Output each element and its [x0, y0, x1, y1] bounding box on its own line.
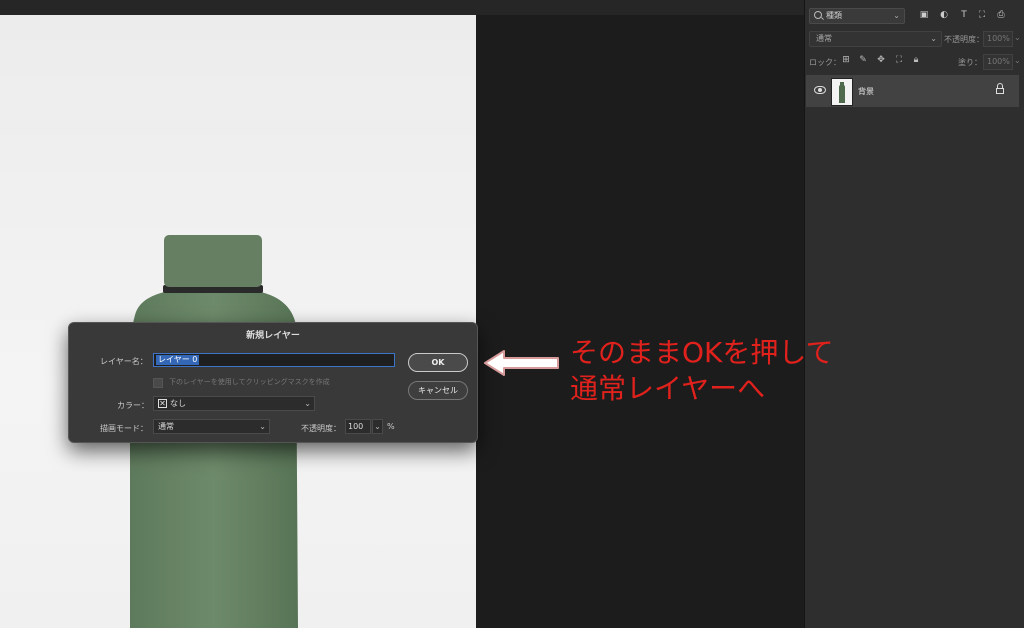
layer-thumbnail [831, 78, 853, 106]
ok-button[interactable]: OK [408, 353, 468, 372]
layer-kind-filter[interactable]: 種類 ⌄ [809, 8, 905, 24]
lock-icon[interactable] [995, 83, 1005, 95]
color-select[interactable]: ✕ なし ⌄ [153, 396, 315, 411]
opacity-input[interactable]: 100 [345, 419, 371, 434]
search-icon [814, 11, 822, 19]
annotation-arrow [484, 350, 559, 376]
smart-object-filter-icon[interactable]: ⎙ [996, 10, 1006, 20]
annotation-text: そのままOKを押して 通常レイヤーへ [570, 335, 834, 407]
blend-mode-select[interactable]: 通常 ⌄ [809, 31, 942, 47]
annotation-line-2: 通常レイヤーへ [570, 372, 766, 405]
no-color-icon: ✕ [158, 399, 167, 408]
fill-field[interactable]: 100% [983, 54, 1013, 70]
chevron-down-icon: ⌄ [259, 422, 266, 431]
color-label: カラー： [117, 401, 149, 410]
pixel-layer-filter-icon[interactable]: ▣ [919, 10, 929, 20]
opacity-label: 不透明度： [944, 35, 984, 44]
layer-name: 背景 [858, 87, 874, 96]
lock-position-icon[interactable]: ✥ [876, 55, 886, 65]
chevron-down-icon: ⌄ [893, 11, 900, 20]
annotation-line-1: そのままOKを押して [570, 336, 834, 369]
chevron-down-icon: ⌄ [304, 399, 311, 408]
chevron-down-icon[interactable]: ⌄ [372, 419, 383, 434]
opacity-field[interactable]: 100% [983, 31, 1013, 47]
mode-label: 描画モード： [100, 424, 148, 433]
clipping-mask-checkbox[interactable] [153, 378, 163, 388]
lock-image-pixels-icon[interactable]: ✎ [858, 55, 868, 65]
blend-mode-select[interactable]: 通常 ⌄ [153, 419, 270, 434]
layer-row-background[interactable]: 背景 [806, 75, 1019, 107]
clipping-mask-label: 下のレイヤーを使用してクリッピングマスクを作成 [169, 378, 330, 386]
lock-all-icon[interactable]: 🔒︎ [911, 55, 921, 65]
lock-label: ロック： [809, 58, 841, 67]
layer-name-input[interactable]: レイヤー 0 [153, 353, 395, 367]
chevron-down-icon[interactable]: ⌄ [1014, 56, 1021, 65]
opacity-label: 不透明度： [301, 424, 341, 433]
eye-icon[interactable] [814, 86, 826, 94]
lock-artboard-icon[interactable]: ⛶ [894, 55, 904, 65]
adjustment-layer-filter-icon[interactable]: ◐ [939, 10, 949, 20]
layer-name-value: レイヤー 0 [156, 355, 200, 365]
dialog-title: 新規レイヤー [246, 331, 300, 341]
fill-label: 塗り： [958, 58, 982, 67]
shape-layer-filter-icon[interactable]: ⛶ [977, 10, 987, 20]
kind-filter-label: 種類 [826, 11, 842, 20]
percent-sign: % [387, 422, 395, 431]
layer-name-label: レイヤー名： [100, 357, 148, 366]
chevron-down-icon[interactable]: ⌄ [1014, 33, 1021, 42]
new-layer-dialog: 新規レイヤー レイヤー名： レイヤー 0 下のレイヤーを使用してクリッピングマス… [68, 322, 478, 443]
blend-mode-value: 通常 [816, 34, 832, 43]
cancel-button[interactable]: キャンセル [408, 381, 468, 400]
chevron-down-icon: ⌄ [930, 34, 937, 43]
mode-value: 通常 [158, 422, 174, 431]
type-layer-filter-icon[interactable]: T [959, 10, 969, 20]
lock-transparent-pixels-icon[interactable]: ⊞ [841, 55, 851, 65]
layers-panel: 種類 ⌄ ▣ ◐ T ⛶ ⎙ 通常 ⌄ 不透明度： 100% ⌄ ロック： ⊞ … [804, 0, 1024, 628]
color-value: なし [170, 399, 186, 408]
